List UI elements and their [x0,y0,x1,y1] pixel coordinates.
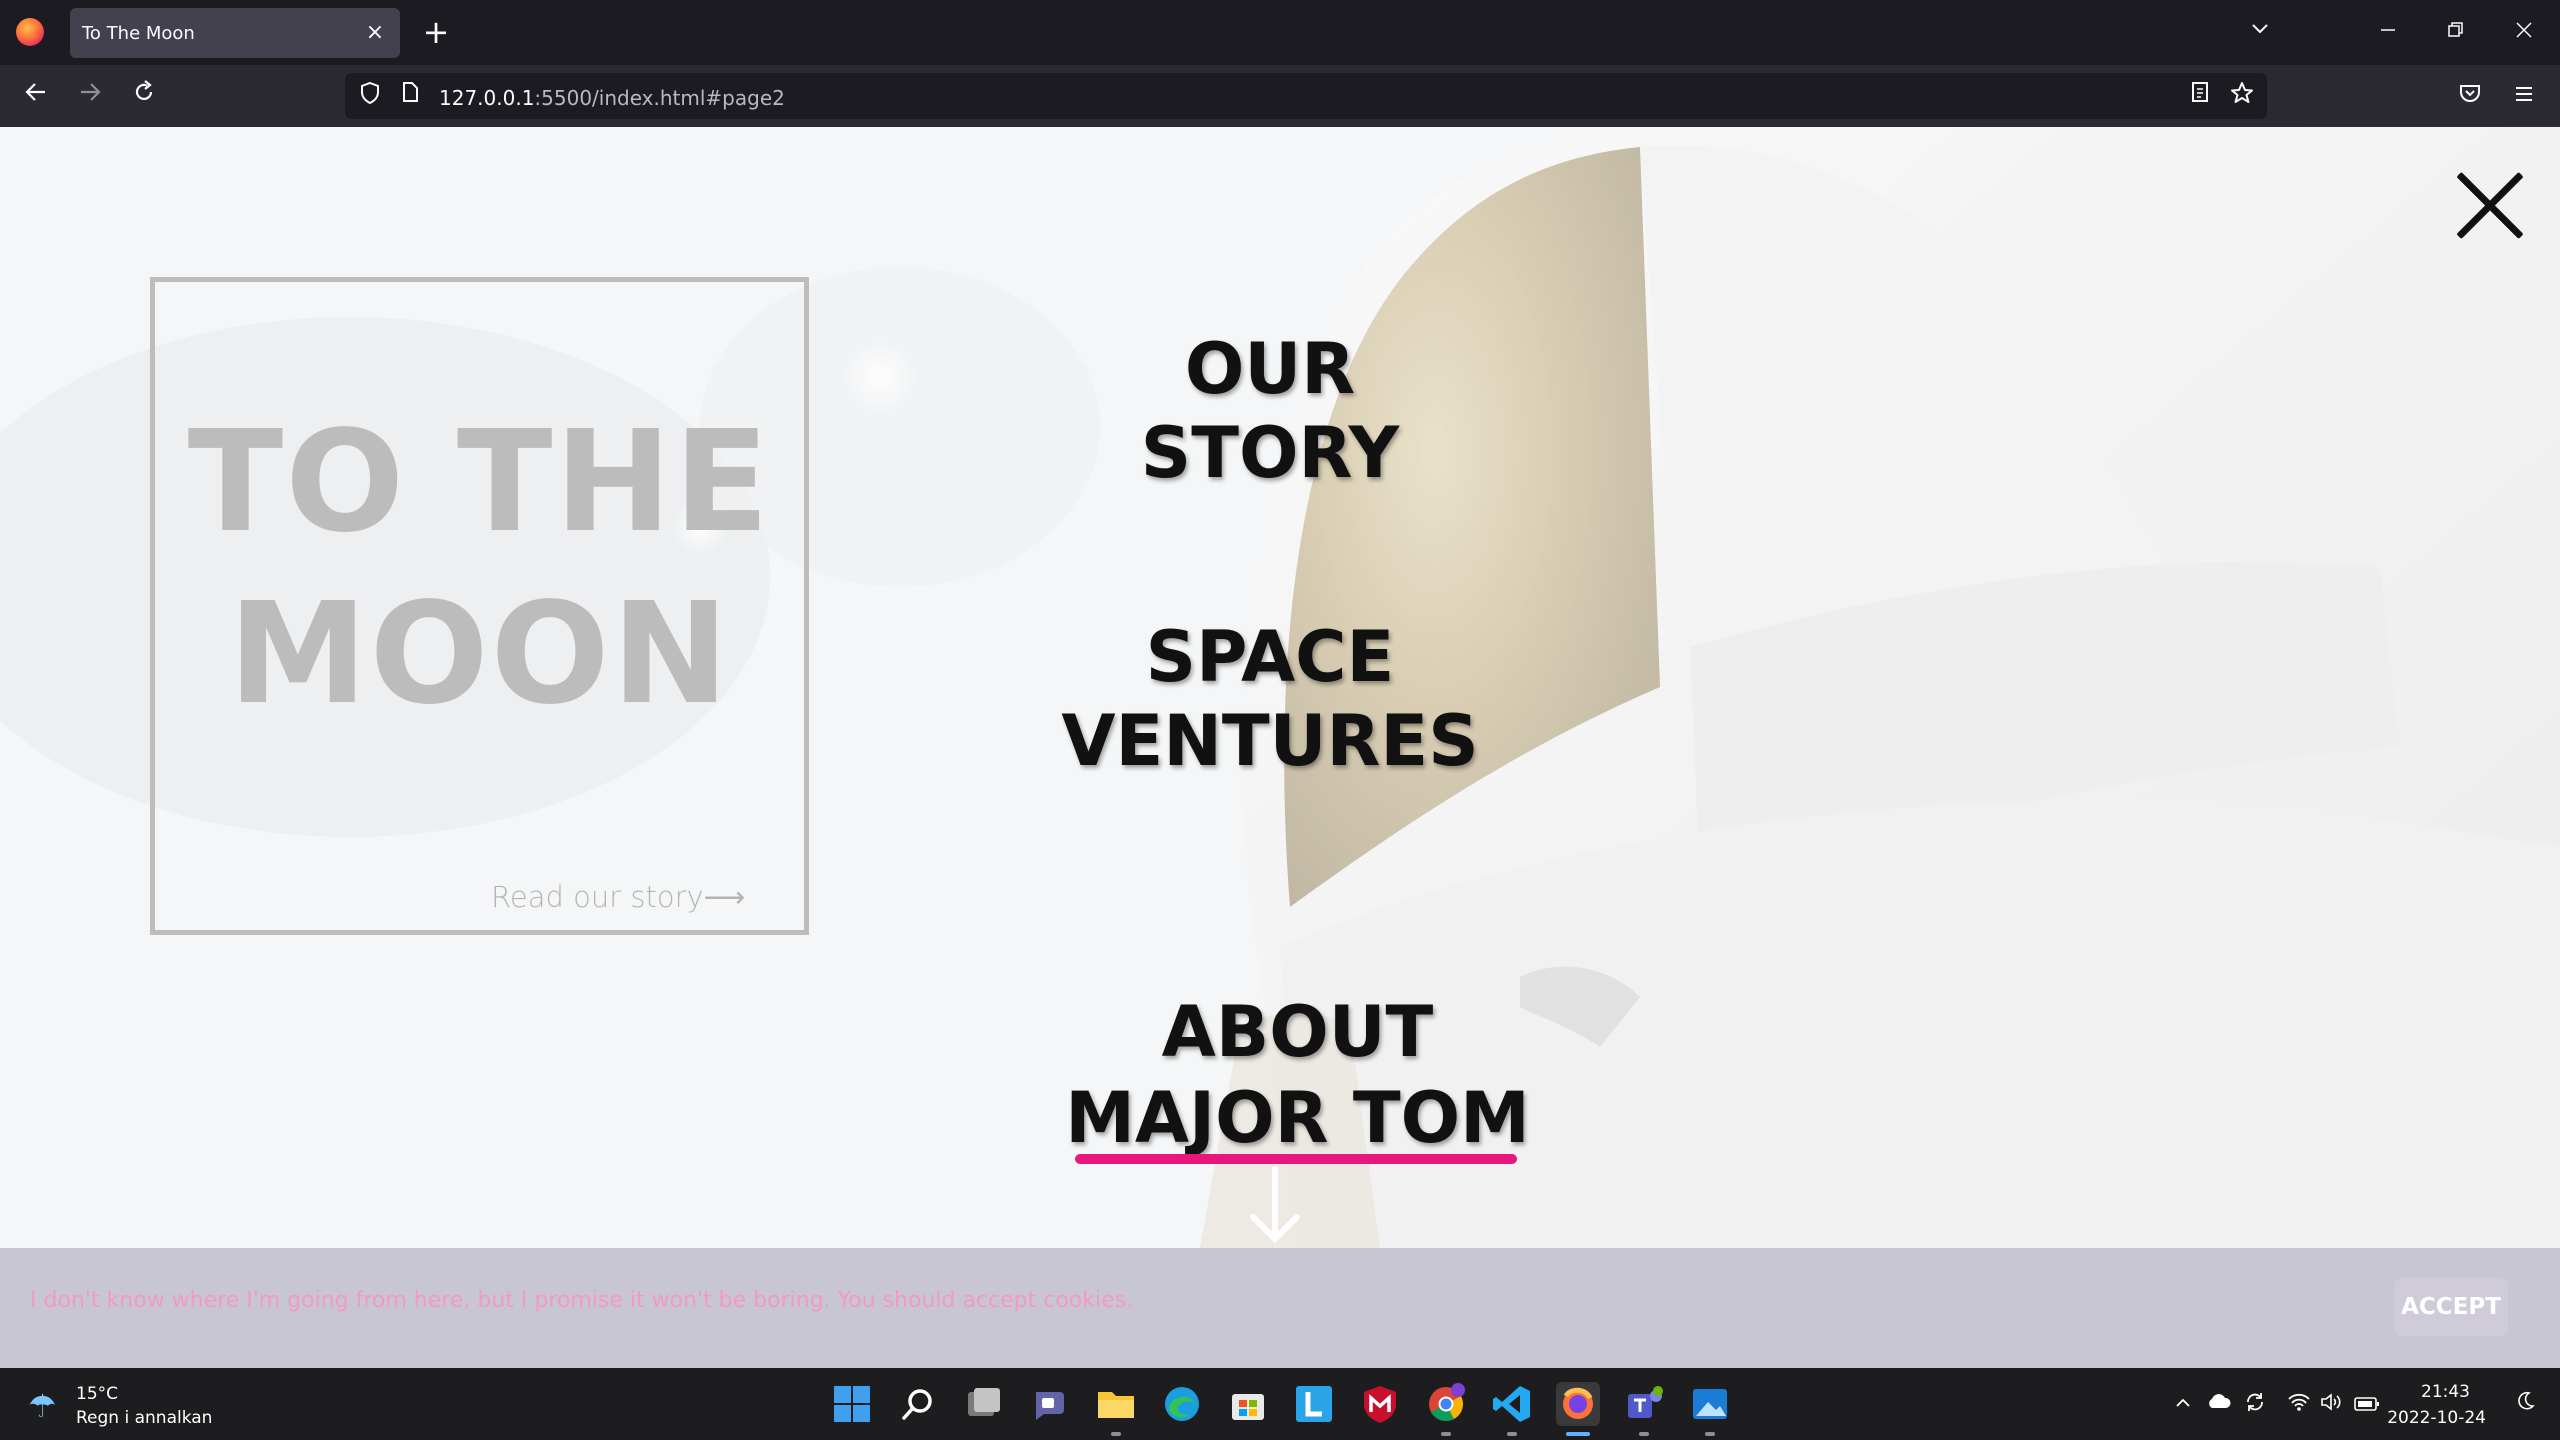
store-icon[interactable] [1226,1382,1270,1426]
mcafee-icon[interactable] [1358,1382,1402,1426]
chrome-icon[interactable] [1424,1382,1468,1426]
menu-about-line-2: MAJOR TOM [1065,1077,1530,1159]
hero-card: TO THE MOON Read our story⟶ [150,277,809,935]
search-icon[interactable] [896,1382,940,1426]
tab-to-the-moon[interactable]: To The Moon × [70,8,400,58]
page-icon[interactable] [395,81,425,111]
photos-icon[interactable] [1688,1382,1732,1426]
active-indicator-firefox [1566,1432,1590,1436]
cookie-message: I don't know where I'm going from here, … [30,1288,1134,1313]
weather-temperature[interactable]: 15°C [76,1384,118,1404]
scroll-down-arrow-icon[interactable] [1247,1167,1303,1247]
reader-icon[interactable] [2185,81,2215,111]
weather-rain-icon[interactable]: ☂ [28,1386,68,1426]
hero-title-line-1: TO THE [187,401,772,564]
url-bar[interactable]: 127.0.0.1:5500/index.html#page2 [345,73,2267,119]
menu-link-space-ventures[interactable]: SPACE VENTURES [1060,615,1480,783]
accept-cookies-button[interactable]: ACCEPT [2394,1278,2508,1336]
chat-icon[interactable] [1028,1382,1072,1426]
active-indicator-explorer [1111,1432,1121,1436]
hero-title-line-2: MOON [228,573,731,736]
close-menu-icon[interactable] [2454,169,2526,241]
firefox-taskbar-icon[interactable] [1556,1382,1600,1426]
weather-description[interactable]: Regn i annalkan [76,1408,212,1428]
navigation-toolbar: 127.0.0.1:5500/index.html#page2 [0,65,2560,127]
task-view-icon[interactable] [962,1382,1006,1426]
clock-time[interactable]: 21:43 [2421,1382,2470,1402]
tab-close-icon[interactable]: × [360,18,390,48]
tab-strip: To The Moon × + [0,0,2560,65]
bookmark-star-icon[interactable] [2227,81,2257,111]
back-icon[interactable] [16,77,56,117]
read-our-story-link[interactable]: Read our story⟶ [491,880,745,914]
firefox-icon[interactable] [16,18,44,46]
battery-icon[interactable] [2352,1390,2382,1420]
forward-icon[interactable] [70,77,110,117]
vscode-icon[interactable] [1490,1382,1534,1426]
notifications-moon-icon[interactable] [2510,1390,2540,1420]
active-indicator-vscode [1507,1432,1517,1436]
tab-title: To The Moon [82,23,195,44]
menu-about-line-1: ABOUT [1161,991,1434,1073]
menu-space-line-1: SPACE [1145,616,1395,698]
edge-icon[interactable] [1160,1382,1204,1426]
reload-icon[interactable] [124,77,164,117]
active-indicator-photos [1705,1432,1715,1436]
active-indicator-teams [1639,1432,1649,1436]
pocket-icon[interactable] [2450,77,2490,117]
hero-title: TO THE MOON [155,397,804,741]
menu-space-line-2: VENTURES [1061,700,1479,782]
active-indicator-chrome [1441,1432,1451,1436]
wifi-icon[interactable] [2284,1390,2314,1420]
file-explorer-icon[interactable] [1094,1382,1138,1426]
new-tab-button[interactable]: + [418,14,454,50]
restore-icon[interactable] [2425,10,2485,54]
cookie-banner: I don't know where I'm going from here, … [0,1248,2560,1368]
close-window-icon[interactable] [2494,10,2554,54]
windows-taskbar: ☂ 15°C Regn i annalkan 21:43 2022-10-24 [0,1368,2560,1440]
shield-icon[interactable] [355,81,385,111]
menu-link-our-story[interactable]: OUR STORY [1060,327,1480,495]
show-hidden-icons-icon[interactable] [2168,1390,2198,1420]
l-app-icon[interactable] [1292,1382,1336,1426]
menu-link-about-major-tom[interactable]: ABOUT MAJOR TOM [1060,989,1535,1161]
windows-start-icon[interactable] [830,1382,874,1426]
onedrive-icon[interactable] [2204,1390,2234,1420]
volume-icon[interactable] [2316,1390,2346,1420]
teams-icon[interactable] [1622,1382,1666,1426]
url-text[interactable]: 127.0.0.1:5500/index.html#page2 [439,86,785,110]
clock-date[interactable]: 2022-10-24 [2387,1408,2486,1428]
active-menu-underline [1075,1154,1517,1164]
sync-icon[interactable] [2240,1390,2270,1420]
minimize-icon[interactable] [2358,10,2418,54]
tab-list-icon[interactable] [2230,10,2290,54]
menu-icon[interactable] [2504,77,2544,117]
page-viewport: TO THE MOON Read our story⟶ OUR STORY SP… [0,127,2560,1248]
